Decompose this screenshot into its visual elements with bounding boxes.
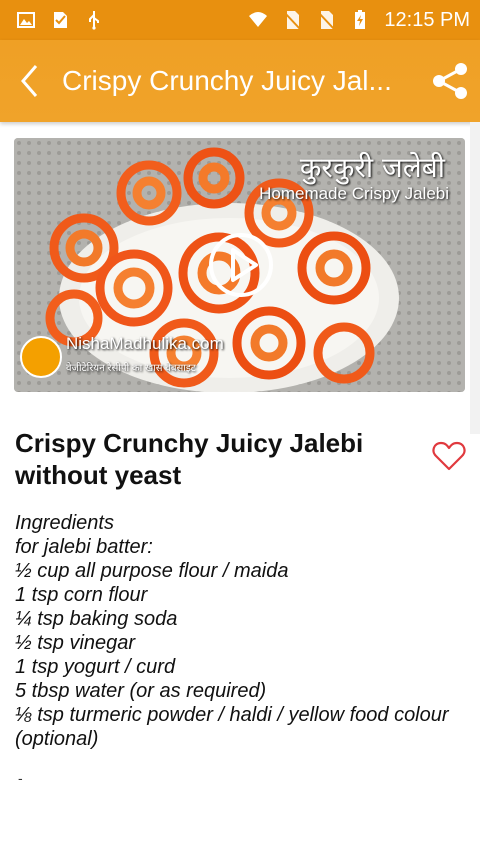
trailing-dash: - [18, 770, 23, 786]
ingredient-line: ½ cup all purpose flour / maida [15, 560, 289, 582]
no-sim-icon [283, 11, 302, 30]
ingredient-line: ⅛ tsp turmeric powder / haldi / yellow f… [15, 704, 449, 750]
image-icon [17, 12, 35, 28]
ingredient-line: 1 tsp corn flour [15, 584, 148, 606]
back-button[interactable] [0, 40, 60, 122]
video-tagline: वेजीटेरियन रेसीपी का खास वेबसाइट [66, 363, 196, 374]
video-title-english: Homemade Crispy Jalebi [259, 184, 449, 203]
app-bar: Crispy Crunchy Juicy Jal... [0, 40, 480, 122]
usb-icon [89, 11, 99, 30]
check-sim-icon [54, 12, 67, 28]
video-title-hindi: कुरकुरी जलेबी [299, 151, 445, 184]
status-bar: 12:15 PM [0, 0, 480, 40]
share-icon [433, 63, 467, 99]
ingredient-line: ½ tsp vinegar [15, 632, 136, 654]
share-button[interactable] [420, 40, 480, 122]
channel-logo [20, 336, 62, 378]
ingredient-line: ¼ tsp baking soda [15, 608, 178, 630]
wifi-icon [249, 12, 268, 27]
play-icon[interactable] [208, 232, 274, 298]
ingredient-line: 5 tbsp water (or as required) [15, 680, 267, 702]
battery-charging-icon [355, 10, 366, 29]
ingredient-line: 1 tsp yogurt / curd [15, 656, 176, 678]
ingredient-line: Ingredients [15, 512, 114, 534]
ingredient-line: for jalebi batter: [15, 536, 153, 558]
no-sim-icon [317, 11, 336, 30]
page-title: Crispy Crunchy Juicy Jal... [62, 65, 392, 96]
clock: 12:15 PM [384, 8, 470, 31]
scroll-edge [470, 122, 480, 434]
video-thumbnail[interactable]: कुरकुरी जलेबी Homemade Crispy Jalebi Nis… [14, 138, 465, 392]
heart-outline-icon[interactable] [432, 440, 466, 472]
ingredients-list: Ingredients for jalebi batter: ½ cup all… [15, 511, 455, 751]
back-arrow-icon [21, 65, 38, 97]
recipe-title: Crispy Crunchy Juicy Jalebi without yeas… [15, 428, 364, 490]
video-site: NishaMadhulika.com [66, 334, 224, 353]
